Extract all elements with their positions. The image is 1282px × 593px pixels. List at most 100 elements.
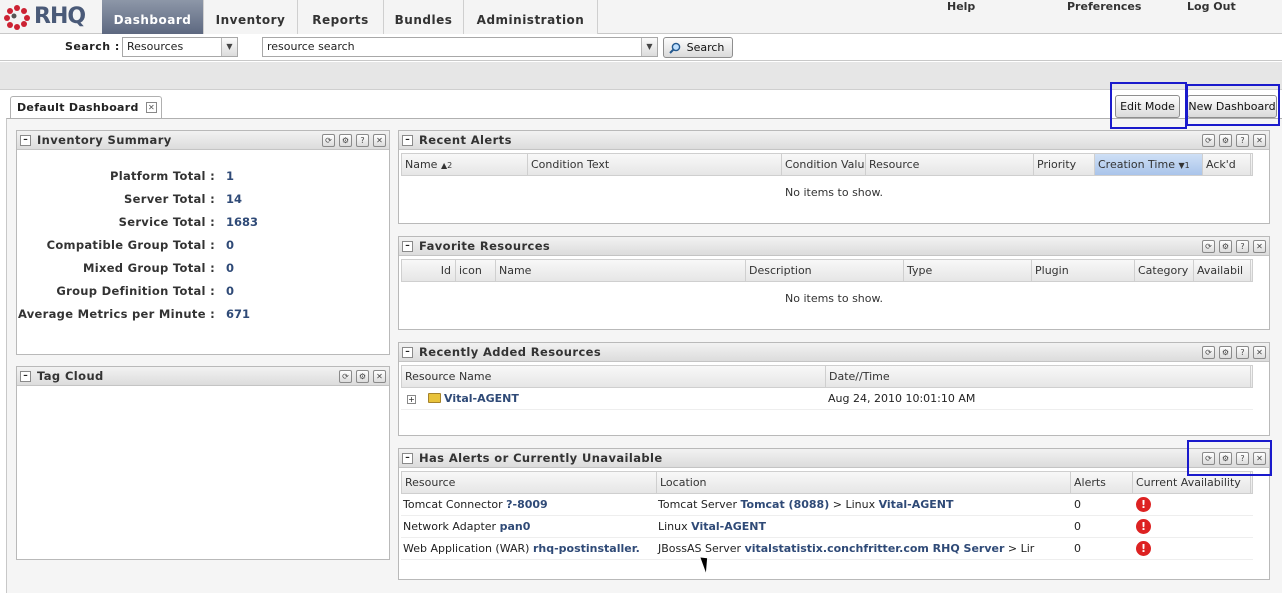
column-header-type[interactable]: Type — [904, 260, 1032, 281]
refresh-icon[interactable]: ⟳ — [322, 134, 335, 147]
column-header-alerts[interactable]: Alerts — [1071, 472, 1133, 493]
help-icon[interactable]: ? — [1236, 134, 1249, 147]
resource-link[interactable]: ?-8009 — [506, 498, 548, 511]
minimize-icon[interactable]: – — [402, 453, 413, 464]
highlight-box — [1186, 84, 1280, 126]
close-icon[interactable]: ✕ — [1253, 240, 1266, 253]
minimize-icon[interactable]: – — [20, 371, 31, 382]
gear-icon[interactable]: ⚙ — [1219, 134, 1232, 147]
column-header-resource-name[interactable]: Resource Name — [402, 366, 826, 387]
close-icon[interactable]: ✕ — [146, 102, 157, 113]
table-row[interactable]: + Vital-AGENT Aug 24, 2010 10:01:10 AM — [401, 388, 1253, 410]
location-link[interactable]: vitalstatistix.conchfritter.com RHQ Serv… — [745, 542, 1005, 555]
help-link[interactable]: Help — [947, 0, 975, 13]
preferences-link[interactable]: Preferences — [1067, 0, 1141, 13]
column-header-category[interactable]: Category — [1135, 260, 1194, 281]
location-cell: Linux Vital-AGENT — [656, 516, 1070, 538]
column-header-location[interactable]: Location — [657, 472, 1071, 493]
column-header-icon[interactable]: icon — [456, 260, 496, 281]
refresh-icon[interactable]: ⟳ — [339, 370, 352, 383]
grid-header: Id icon Name Description Type Plugin Cat… — [401, 259, 1253, 282]
close-icon[interactable]: ✕ — [1253, 346, 1266, 359]
search-input[interactable]: resource search ▼ — [262, 37, 658, 57]
portlet-header: – Has Alerts or Currently Unavailable ⟳ … — [399, 449, 1269, 468]
search-type-value: Resources — [127, 40, 184, 53]
folder-icon — [427, 393, 441, 403]
minimize-icon[interactable]: – — [402, 135, 413, 146]
column-header-condition-value[interactable]: Condition Valu — [782, 154, 866, 175]
location-link[interactable]: Tomcat (8088) — [740, 498, 829, 511]
location-cell: JBossAS Server vitalstatistix.conchfritt… — [656, 538, 1070, 560]
refresh-icon[interactable]: ⟳ — [1202, 346, 1215, 359]
help-icon[interactable]: ? — [356, 134, 369, 147]
tab-bundles[interactable]: Bundles — [384, 0, 464, 34]
tab-reports[interactable]: Reports — [298, 0, 384, 34]
location-link[interactable]: Vital-AGENT — [691, 520, 766, 533]
tab-administration[interactable]: Administration — [464, 0, 598, 34]
inventory-value: 14 — [226, 192, 243, 206]
chevron-down-icon[interactable]: ▼ — [641, 38, 657, 56]
dashboard-tab-label: Default Dashboard — [17, 101, 139, 114]
column-header-resource[interactable]: Resource — [866, 154, 1034, 175]
close-icon[interactable]: ✕ — [1253, 134, 1266, 147]
column-header-id[interactable]: Id — [402, 260, 456, 281]
tab-default-dashboard[interactable]: Default Dashboard ✕ — [10, 96, 162, 119]
close-icon[interactable]: ✕ — [373, 370, 386, 383]
portlet-controls: ⟳ ⚙ ? ✕ — [1198, 134, 1266, 147]
help-icon[interactable]: ? — [1236, 240, 1249, 253]
column-header-datetime[interactable]: Date//Time — [826, 366, 1251, 387]
gear-icon[interactable]: ⚙ — [339, 134, 352, 147]
chevron-down-icon[interactable]: ▼ — [221, 38, 237, 56]
close-icon[interactable]: ✕ — [373, 134, 386, 147]
table-row[interactable]: Web Application (WAR) rhq-postinstaller.… — [401, 538, 1253, 560]
resource-type: Network Adapter — [403, 520, 497, 533]
column-header-description[interactable]: Description — [746, 260, 904, 281]
gear-icon[interactable]: ⚙ — [1219, 346, 1232, 359]
has-alerts-portlet: – Has Alerts or Currently Unavailable ⟳ … — [398, 448, 1270, 580]
inventory-value: 1 — [226, 169, 235, 183]
minimize-icon[interactable]: – — [402, 241, 413, 252]
minimize-icon[interactable]: – — [20, 135, 31, 146]
inventory-value: 1683 — [226, 215, 259, 229]
alerts-cell: 0 — [1074, 520, 1081, 533]
tab-inventory[interactable]: Inventory — [204, 0, 298, 34]
logout-link[interactable]: Log Out — [1187, 0, 1236, 13]
column-header-condition-text[interactable]: Condition Text — [528, 154, 782, 175]
recently-added-portlet: – Recently Added Resources ⟳ ⚙ ? ✕ Resou… — [398, 342, 1270, 436]
resource-link[interactable]: Vital-AGENT — [444, 392, 519, 405]
column-header-resource[interactable]: Resource — [402, 472, 657, 493]
sort-order: 1 — [1184, 161, 1190, 170]
column-header-acked[interactable]: Ack'd — [1203, 154, 1251, 175]
gear-icon[interactable]: ⚙ — [1219, 240, 1232, 253]
rhq-logo[interactable]: RHQ — [2, 3, 100, 31]
column-label: Name — [405, 158, 438, 171]
column-header-creation-time[interactable]: Creation Time ▼1 — [1095, 154, 1203, 175]
column-header-plugin[interactable]: Plugin — [1032, 260, 1135, 281]
resource-link[interactable]: rhq-postinstaller. — [533, 542, 640, 555]
availability-cell: ! — [1134, 494, 1234, 516]
sort-order: 2 — [447, 161, 453, 170]
table-row[interactable]: Network Adapter pan0 Linux Vital-AGENT 0… — [401, 516, 1253, 538]
location-link[interactable]: Vital-AGENT — [879, 498, 954, 511]
expand-icon[interactable]: + — [407, 395, 416, 404]
column-header-name[interactable]: Name — [496, 260, 746, 281]
column-header-priority[interactable]: Priority — [1034, 154, 1095, 175]
column-header-name[interactable]: Name ▲2 — [402, 154, 528, 175]
resource-link[interactable]: pan0 — [500, 520, 531, 533]
inventory-row: Service Total : 1683 — [17, 215, 387, 235]
column-header-availability[interactable]: Availabil — [1194, 260, 1251, 281]
tab-dashboard[interactable]: Dashboard — [102, 0, 204, 34]
portlet-title: Recently Added Resources — [419, 345, 602, 359]
help-icon[interactable]: ? — [1236, 346, 1249, 359]
minimize-icon[interactable]: – — [402, 347, 413, 358]
search-button[interactable]: Search — [663, 37, 733, 58]
refresh-icon[interactable]: ⟳ — [1202, 240, 1215, 253]
search-icon — [669, 42, 681, 54]
portlet-controls: ⟳ ⚙ ✕ — [335, 370, 386, 383]
inventory-value: 0 — [226, 261, 235, 275]
refresh-icon[interactable]: ⟳ — [1202, 134, 1215, 147]
gear-icon[interactable]: ⚙ — [356, 370, 369, 383]
table-row[interactable]: Tomcat Connector ?-8009 Tomcat Server To… — [401, 494, 1253, 516]
portlet-title: Inventory Summary — [37, 133, 172, 147]
search-type-select[interactable]: Resources ▼ — [122, 37, 238, 57]
